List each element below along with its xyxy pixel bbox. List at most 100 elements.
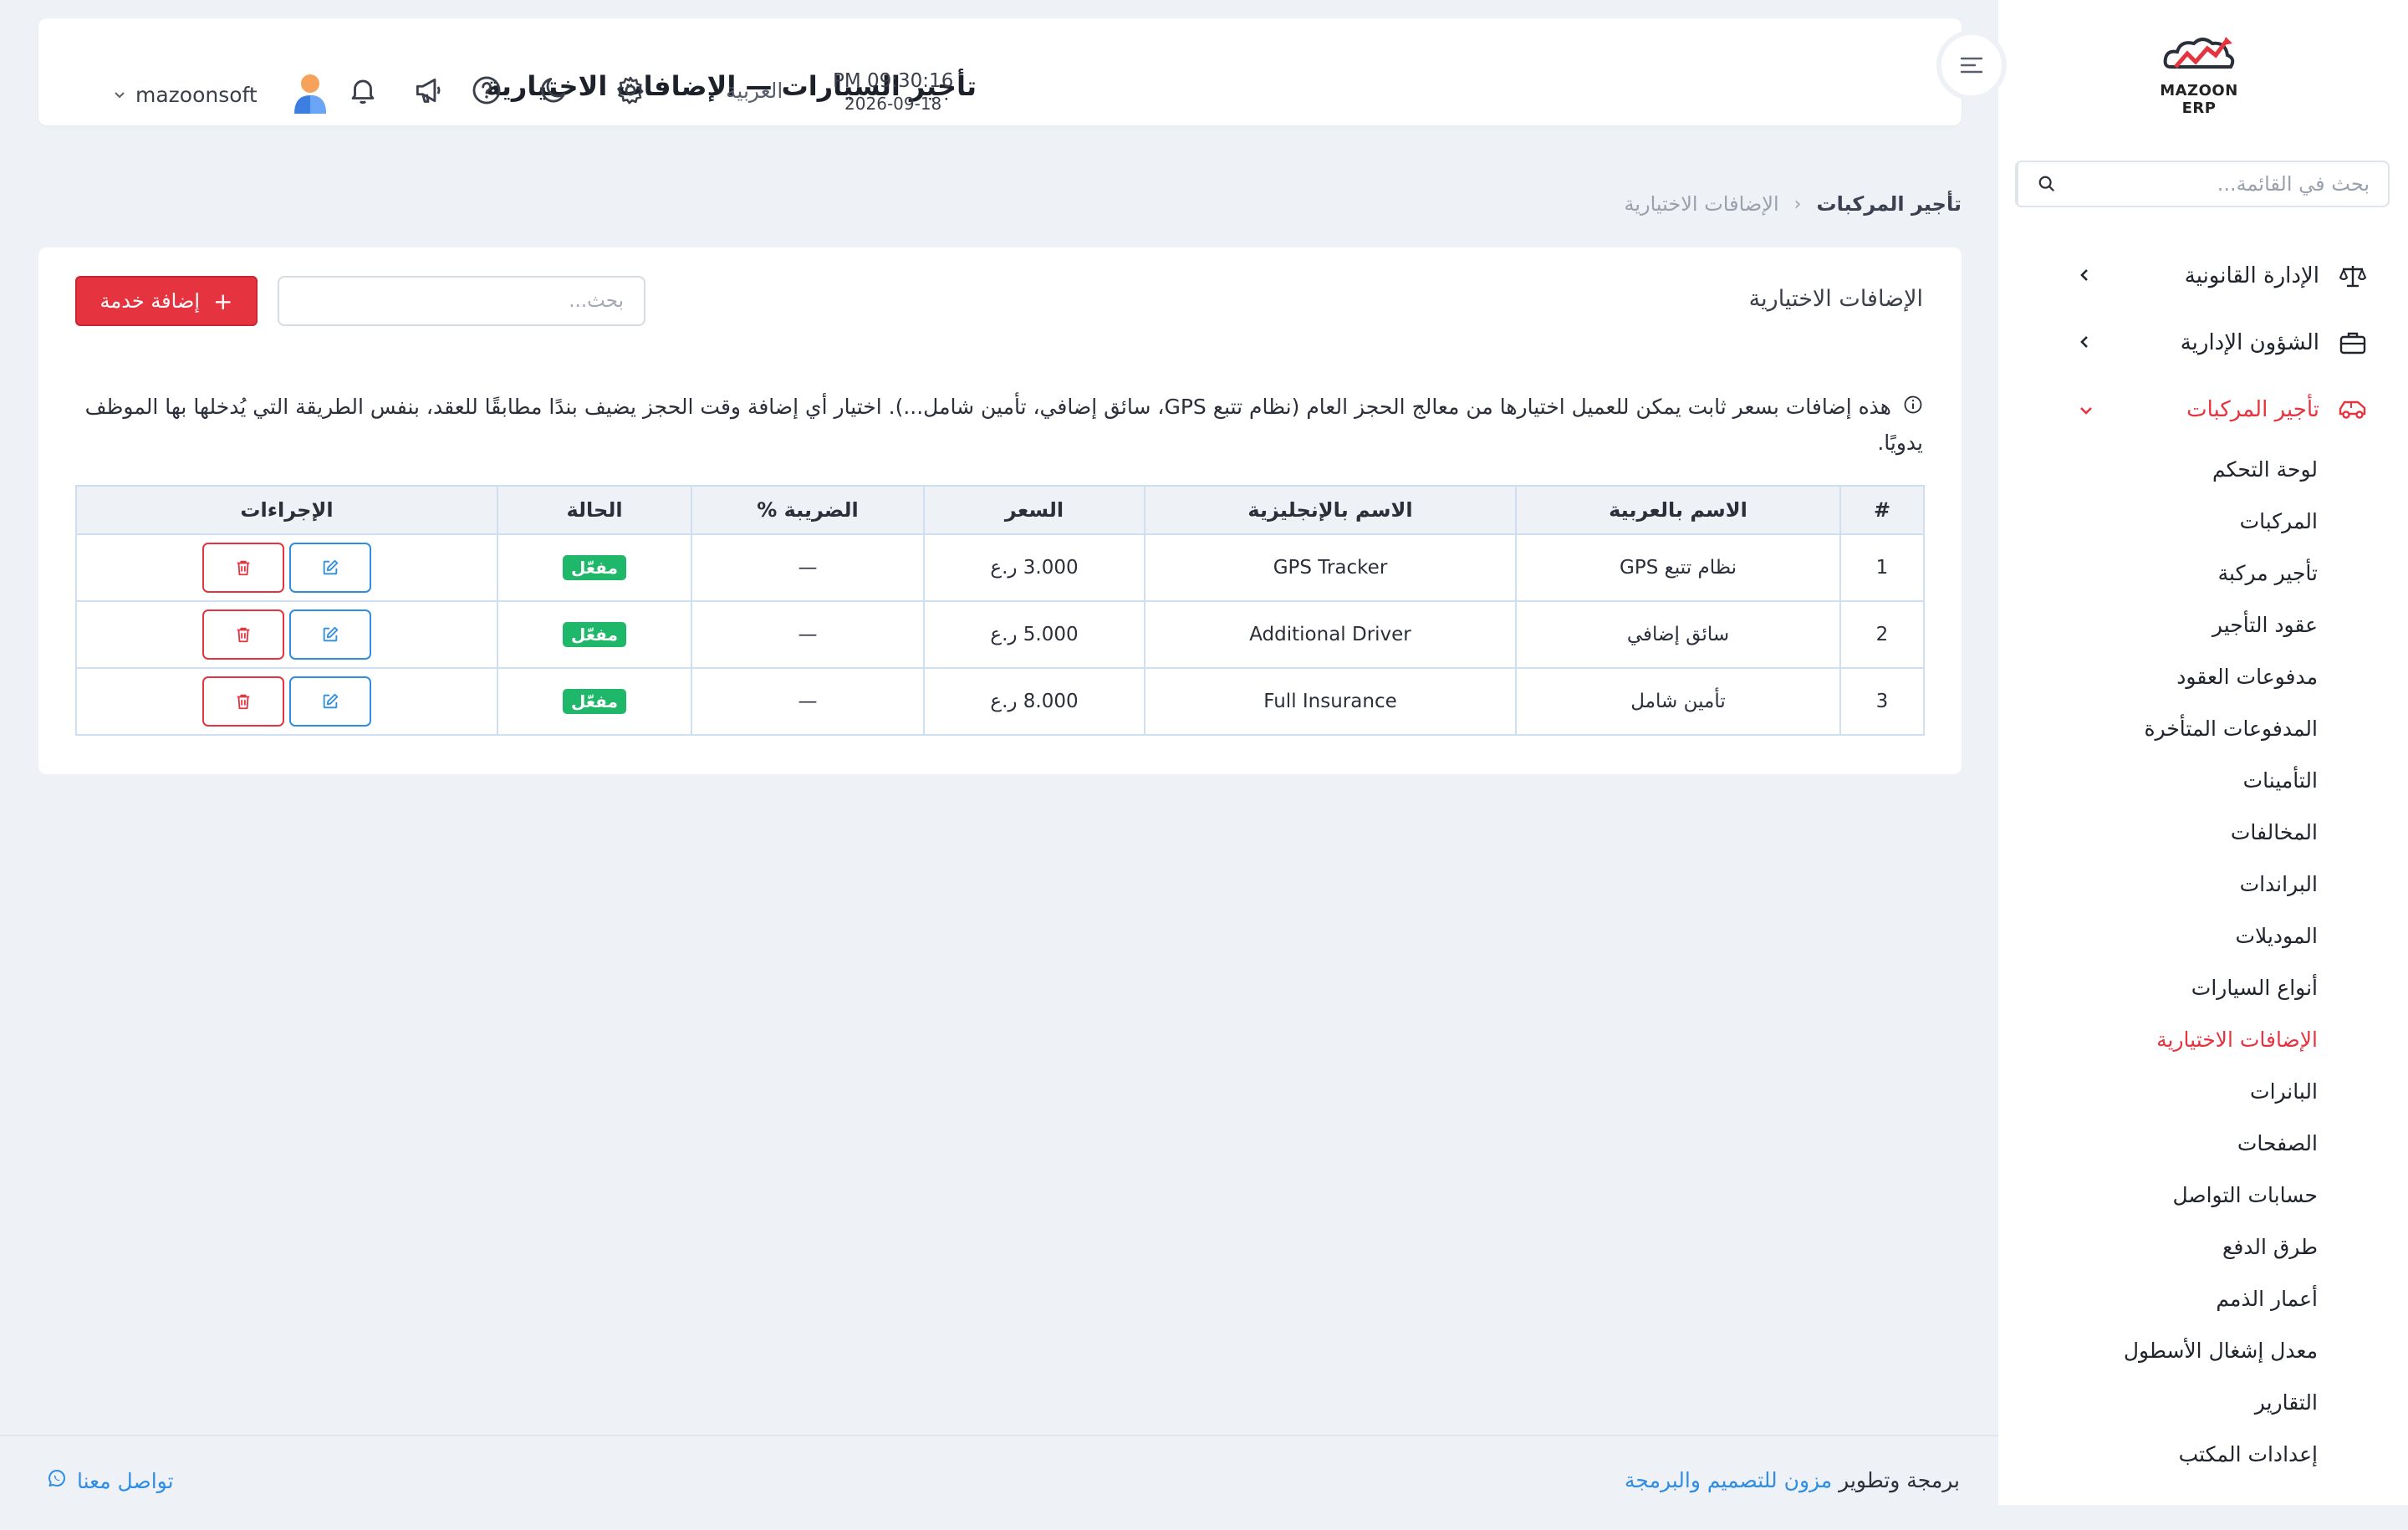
sidebar-item-vehicles[interactable]: المركبات: [1998, 495, 2408, 547]
table-row: 1 نظام تتبع GPS GPS Tracker 3.000 ر.ع — …: [75, 533, 1925, 602]
user-menu[interactable]: mazoonsoft: [114, 72, 329, 117]
cell-tax: —: [691, 600, 925, 669]
edit-icon: [323, 626, 339, 642]
edit-button[interactable]: [289, 676, 371, 727]
contact-us-link[interactable]: تواصل معنا: [47, 1468, 174, 1493]
header-tax: الضريبة %: [691, 485, 925, 535]
sidebar-item-dashboard[interactable]: لوحة التحكم: [1998, 443, 2408, 495]
header-num: #: [1839, 485, 1925, 535]
cell-name-ar: تأمين شامل: [1515, 667, 1841, 736]
sidebar-item-receivables-aging[interactable]: أعمار الذمم: [1998, 1272, 2408, 1324]
sidebar: MAZOON ERP الإدارة القانونية: [1998, 0, 2408, 1505]
sidebar-item-rental-contracts[interactable]: عقود التأجير: [1998, 599, 2408, 650]
sidebar-item-optional-extras[interactable]: الإضافات الاختيارية: [1998, 1013, 2408, 1065]
contact-us-label: تواصل معنا: [77, 1468, 174, 1493]
header-status: الحالة: [497, 485, 692, 535]
footer-credit-link[interactable]: مزون للتصميم والبرمجة: [1625, 1468, 1832, 1492]
sidebar-group-legal[interactable]: الإدارة القانونية: [1998, 242, 2408, 309]
sidebar-submenu: لوحة التحكم المركبات تأجير مركبة عقود ال…: [1998, 443, 2408, 1480]
sidebar-search-input[interactable]: [2075, 162, 2388, 206]
chevron-down-icon: [2079, 397, 2094, 422]
top-header: تأجير السيارات — الإضافات الاختيارية PM …: [38, 18, 1962, 125]
edit-button[interactable]: [289, 609, 371, 660]
info-icon: [1903, 390, 1923, 426]
sidebar-item-overdue-payments[interactable]: المدفوعات المتأخرة: [1998, 702, 2408, 754]
scales-icon: [2338, 263, 2368, 288]
header-actions: الإجراءات: [75, 485, 498, 535]
cell-name-en: Additional Driver: [1144, 600, 1517, 669]
delete-button[interactable]: [202, 543, 284, 593]
sidebar-group-label: الشؤون الإدارية: [2180, 330, 2319, 355]
extras-card: الإضافات الاختيارية + إضافة خدمة هذه إضا…: [38, 247, 1962, 774]
cell-tax: —: [691, 533, 925, 602]
sidebar-item-car-types[interactable]: أنواع السيارات: [1998, 961, 2408, 1013]
add-service-button[interactable]: + إضافة خدمة: [75, 276, 258, 326]
language-switcher[interactable]: العربية: [726, 79, 783, 103]
sidebar-item-reports[interactable]: التقارير: [1998, 1376, 2408, 1428]
sidebar-toggle-button[interactable]: [1936, 30, 2007, 100]
settings-icon[interactable]: [612, 72, 649, 109]
sidebar-group-label: الإدارة القانونية: [2184, 263, 2319, 288]
help-icon[interactable]: [468, 72, 505, 109]
sidebar-item-rent-vehicle[interactable]: تأجير مركبة: [1998, 547, 2408, 599]
cell-name-ar: سائق إضافي: [1515, 600, 1841, 669]
chevron-left-icon: [2079, 263, 2090, 288]
cell-num: 3: [1839, 667, 1925, 736]
cell-price: 8.000 ر.ع: [923, 667, 1145, 736]
card-title: الإضافات الاختيارية: [1748, 286, 1923, 312]
footer-divider: [0, 1435, 1998, 1436]
trash-icon: [237, 694, 250, 710]
breadcrumb: تأجير المركبات ‹ الإضافات الاختيارية: [1624, 192, 1962, 216]
cell-num: 1: [1839, 533, 1925, 602]
username: mazoonsoft: [135, 82, 258, 107]
edit-button[interactable]: [289, 543, 371, 593]
cell-num: 2: [1839, 600, 1925, 669]
sidebar-item-office-settings[interactable]: إعدادات المكتب: [1998, 1428, 2408, 1480]
sidebar-item-pages[interactable]: الصفحات: [1998, 1117, 2408, 1169]
sidebar-item-brands[interactable]: البراندات: [1998, 858, 2408, 910]
footer-credit-prefix: برمجة وتطوير: [1839, 1468, 1960, 1492]
sidebar-group-admin[interactable]: الشؤون الإدارية: [1998, 309, 2408, 376]
cell-actions: [75, 667, 498, 736]
cell-actions: [75, 533, 498, 602]
add-service-label: إضافة خدمة: [99, 289, 201, 313]
sidebar-item-models[interactable]: الموديلات: [1998, 910, 2408, 961]
moon-icon[interactable]: [535, 72, 572, 109]
clock-time: PM 09:30:16: [833, 70, 954, 92]
megaphone-icon[interactable]: [410, 72, 446, 109]
sidebar-item-social-accounts[interactable]: حسابات التواصل: [1998, 1169, 2408, 1221]
info-note: هذه إضافات بسعر ثابت يمكن للعميل اختياره…: [75, 390, 1923, 461]
sidebar-item-fleet-occupancy[interactable]: معدل إشغال الأسطول: [1998, 1324, 2408, 1376]
cell-name-en: GPS Tracker: [1144, 533, 1517, 602]
chevron-left-icon: [2079, 330, 2090, 355]
header-name-ar: الاسم بالعربية: [1515, 485, 1841, 535]
sidebar-item-banners[interactable]: البانرات: [1998, 1065, 2408, 1117]
bell-icon[interactable]: [344, 72, 381, 109]
table-header-row: # الاسم بالعربية الاسم بالإنجليزية السعر…: [75, 485, 1925, 535]
car-icon: [2338, 399, 2368, 421]
sidebar-item-deposits[interactable]: التأمينات: [1998, 754, 2408, 806]
clock: PM 09:30:16 2026-09-18: [833, 70, 953, 114]
delete-button[interactable]: [202, 609, 284, 660]
trash-icon: [237, 627, 250, 643]
briefcase-icon: [2338, 330, 2368, 355]
cell-price: 5.000 ر.ع: [923, 600, 1145, 669]
search-input[interactable]: [278, 276, 645, 326]
sidebar-search-button[interactable]: [2017, 162, 2075, 206]
sidebar-group-label: تأجير المركبات: [2186, 397, 2319, 422]
sidebar-item-violations[interactable]: المخالفات: [1998, 806, 2408, 858]
delete-button[interactable]: [202, 676, 284, 727]
footer-credit: برمجة وتطوير مزون للتصميم والبرمجة: [1625, 1468, 1960, 1492]
status-badge: مفعّل: [563, 622, 626, 647]
header-price: السعر: [923, 485, 1145, 535]
menu-toggle-icon: [1960, 57, 1983, 74]
plus-icon: +: [213, 287, 233, 315]
breadcrumb-parent[interactable]: تأجير المركبات: [1816, 192, 1962, 216]
table-row: 3 تأمين شامل Full Insurance 8.000 ر.ع — …: [75, 667, 1925, 736]
logo[interactable]: MAZOON ERP: [2149, 33, 2249, 117]
sidebar-menu: الإدارة القانونية الشؤون الإدارية تأجير …: [1998, 242, 2408, 1480]
sidebar-group-vehicle-rental[interactable]: تأجير المركبات: [1998, 376, 2408, 443]
sidebar-item-payment-methods[interactable]: طرق الدفع: [1998, 1221, 2408, 1272]
sidebar-item-contract-payments[interactable]: مدفوعات العقود: [1998, 650, 2408, 702]
cell-actions: [75, 600, 498, 669]
